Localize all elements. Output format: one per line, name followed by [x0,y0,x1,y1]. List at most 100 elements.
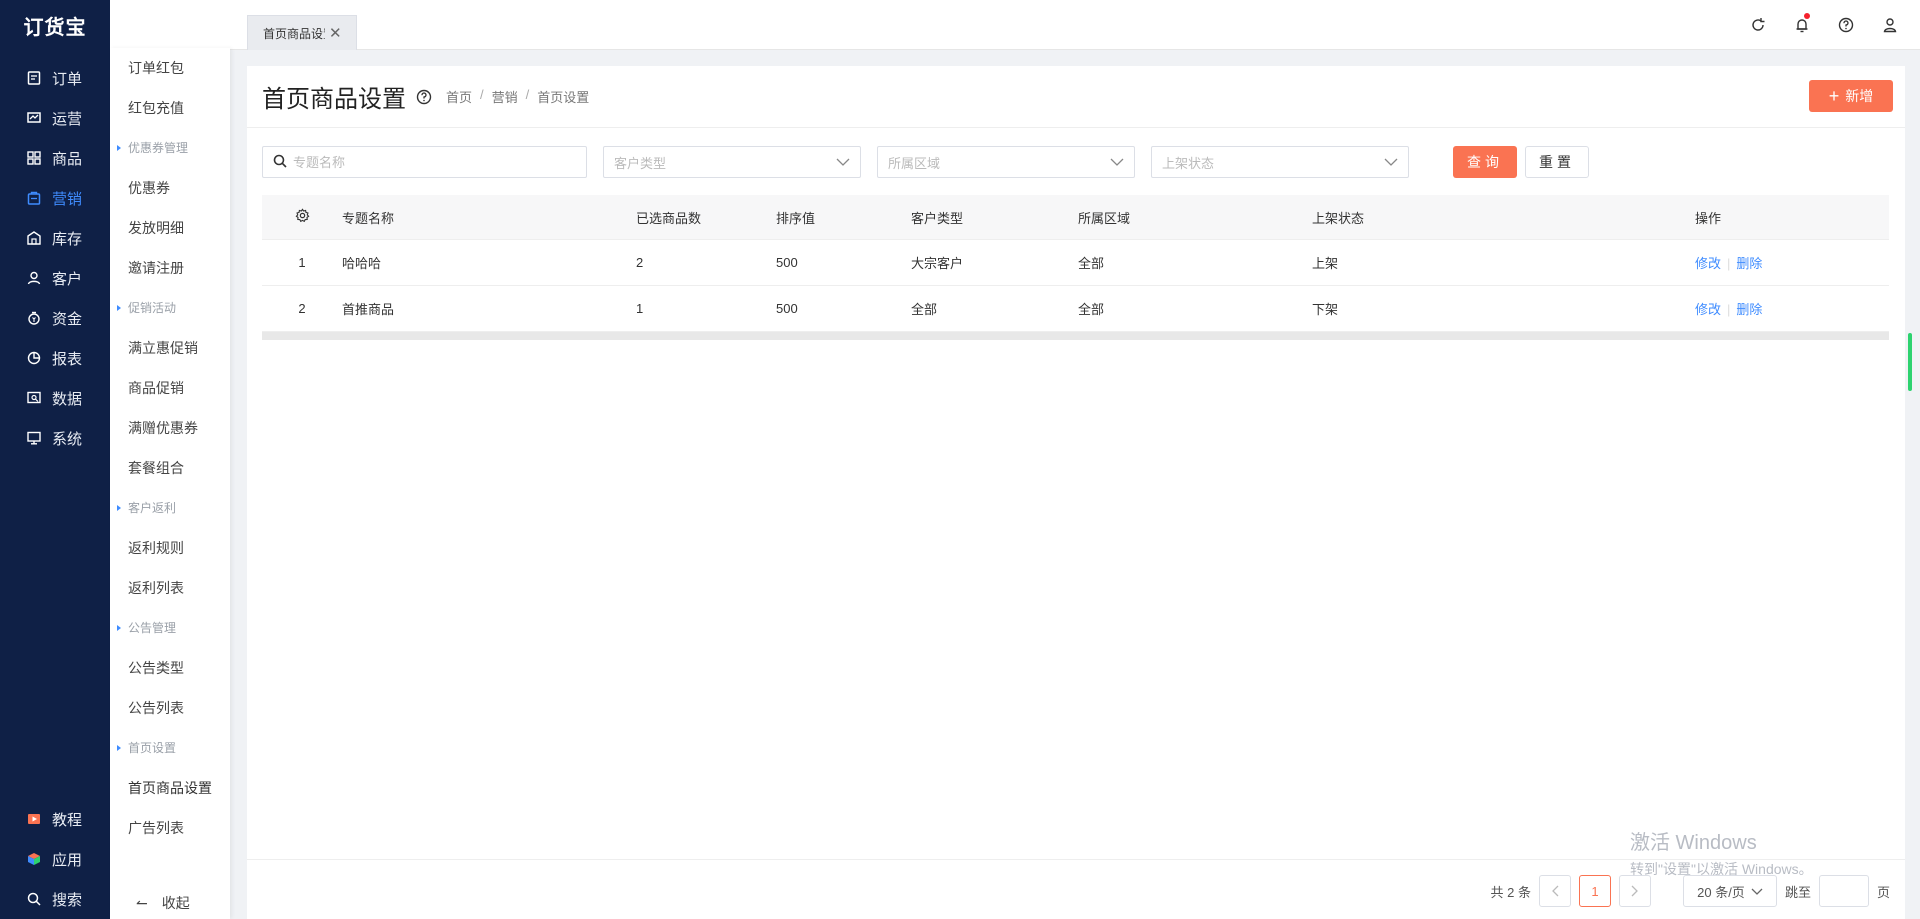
topic-name-input[interactable] [293,154,573,170]
delete-link[interactable]: 删除 [1736,256,1762,271]
vertical-scrollbar[interactable] [1908,333,1912,391]
help-icon[interactable] [1836,15,1856,35]
select-placeholder: 所属区域 [888,155,941,171]
sub-nav-item[interactable]: 红包充值 [110,88,230,128]
customer-type-select[interactable]: 客户类型 [603,146,861,178]
nav-label: 应用 [52,851,83,869]
pagination: 共 2 条 1 20 条/页 跳至 页 [1490,875,1890,907]
sub-nav-item[interactable]: 公告列表 [110,688,230,728]
nav-item-operation[interactable]: 运营 [0,98,110,138]
sub-nav-item[interactable]: 套餐组合 [110,448,230,488]
jump-page-input[interactable] [1818,875,1869,907]
action-divider: | [1727,256,1731,271]
nav-item-system[interactable]: 系统 [0,418,110,458]
sub-nav-item[interactable]: 返利规则 [110,528,230,568]
status-select[interactable]: 上架状态 [1151,146,1409,178]
breadcrumb-home[interactable]: 首页 [446,87,472,106]
nav-item-customer[interactable]: 客户 [0,258,110,298]
column-settings-icon[interactable] [262,208,342,226]
breadcrumb: 首页 / 营销 / 首页设置 [446,87,589,106]
sub-nav-item[interactable]: 满立惠促销 [110,328,230,368]
reset-button[interactable]: 重置 [1525,146,1589,178]
sub-nav-item[interactable]: 返利列表 [110,568,230,608]
row-index: 2 [298,301,306,316]
nav-item-goods[interactable]: 商品 [0,138,110,178]
page-size-select[interactable]: 20 条/页 [1682,875,1777,907]
page-size-value: 20 条/页 [1697,884,1745,900]
nav-item-marketing[interactable]: 营销 [0,178,110,218]
windows-activation-watermark: 激活 Windows 转到"设置"以激活 Windows。 [1630,826,1813,879]
sub-nav-group-label: 客户返利 [110,488,230,528]
delete-link[interactable]: 删除 [1736,302,1762,317]
select-placeholder: 上架状态 [1162,155,1215,171]
warehouse-icon [26,230,42,246]
sub-nav-item[interactable]: 邀请注册 [110,248,230,288]
chevron-down-icon [1110,155,1124,170]
nav-item-orders[interactable]: 订单 [0,58,110,98]
breadcrumb-current: 首页设置 [537,90,590,105]
nav-item-warehouse[interactable]: 库存 [0,218,110,258]
nav-item-search[interactable]: 搜索 [0,879,110,919]
app-logo[interactable]: 订货宝 [0,0,110,50]
sub-nav: 订单红包 红包充值 优惠券管理 优惠券 发放明细 邀请注册 促销活动 满立惠促销 商品促销 满赠优… [110,48,230,919]
add-label: 新增 [1845,88,1874,104]
nav-item-reports[interactable]: 报表 [0,338,110,378]
collapse-button[interactable]: ↼ 收起 [136,893,190,913]
customer-type-cell: 全部 [911,302,938,317]
chevron-down-icon [836,155,850,170]
user-icon[interactable] [1880,15,1900,35]
select-placeholder: 客户类型 [614,155,667,171]
nav-label: 教程 [52,811,83,829]
table-header: 专题名称 已选商品数 排序值 客户类型 所属区域 上架状态 操作 [262,195,1889,240]
breadcrumb-marketing[interactable]: 营销 [492,87,518,106]
nav-item-apps[interactable]: 应用 [0,839,110,879]
refresh-icon[interactable] [1748,15,1768,35]
sub-nav-group-label: 公告管理 [110,608,230,648]
horizontal-scrollbar[interactable] [262,332,1889,340]
pie-chart-icon [26,350,42,366]
sub-nav-item[interactable]: 满赠优惠券 [110,408,230,448]
sub-nav-item[interactable]: 首页商品设置 [110,768,230,808]
main-content: 首页商品设置 首页 / 营销 / 首页设置 + 新增 客户类型 所属区域 上架状… [247,66,1905,919]
sub-nav-item[interactable]: 广告列表 [110,808,230,848]
page-number-button[interactable]: 1 [1578,875,1611,907]
prev-page-button[interactable] [1538,875,1571,907]
add-button[interactable]: + 新增 [1809,80,1893,112]
page-header: 首页商品设置 首页 / 营销 / 首页设置 + 新增 [247,66,1905,128]
sub-nav-item[interactable]: 优惠券 [110,168,230,208]
column-header: 上架状态 [1312,210,1365,226]
nav-item-tutorial[interactable]: 教程 [0,799,110,839]
column-header: 客户类型 [911,210,964,226]
bell-icon[interactable] [1792,13,1812,35]
goods-count-cell: 2 [636,255,644,270]
plus-icon: + [1828,86,1840,106]
nav-label: 数据 [52,390,83,408]
next-page-button[interactable] [1618,875,1651,907]
sort-cell: 500 [776,255,798,270]
nav-item-data[interactable]: 数据 [0,378,110,418]
query-button[interactable]: 查询 [1453,146,1517,178]
tab-homepage-goods-settings[interactable]: 首页商品设置 ✕ [247,15,357,50]
edit-link[interactable]: 修改 [1695,256,1721,271]
sub-nav-item[interactable]: 商品促销 [110,368,230,408]
row-index: 1 [298,255,306,270]
nav-item-funds[interactable]: 资金 [0,298,110,338]
sub-nav-item[interactable]: 订单红包 [110,48,230,88]
close-icon[interactable]: ✕ [329,24,342,42]
nav-label: 报表 [52,350,83,368]
main-nav: 订货宝 订单 运营 商品 营销 库存 客户 资金 报表 数据 系统 教程 应用 … [0,0,110,919]
question-circle-icon[interactable] [416,89,432,105]
breadcrumb-separator: / [480,87,484,102]
sub-nav-item[interactable]: 公告类型 [110,648,230,688]
sub-nav-item[interactable]: 发放明细 [110,208,230,248]
edit-link[interactable]: 修改 [1695,302,1721,317]
search-icon [26,891,42,907]
marketing-icon [26,190,42,206]
nav-label: 营销 [52,190,83,208]
column-header: 已选商品数 [636,210,702,226]
column-header: 操作 [1695,210,1722,226]
region-select[interactable]: 所属区域 [877,146,1135,178]
video-icon [26,811,42,827]
search-icon [273,154,287,171]
total-count: 共 2 条 [1490,884,1531,900]
